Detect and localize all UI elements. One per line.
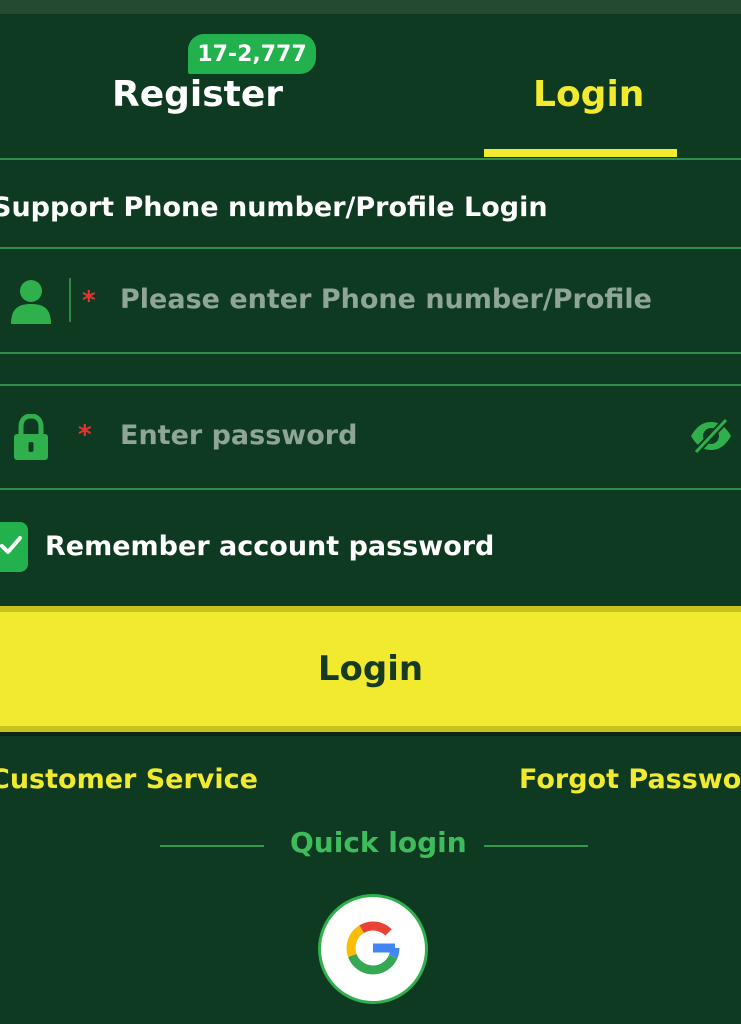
- eye-off-icon[interactable]: [688, 416, 734, 460]
- tab-login[interactable]: Login: [533, 74, 644, 115]
- top-strip: [0, 0, 741, 14]
- checkmark-icon: [0, 534, 22, 560]
- required-mark: *: [82, 286, 96, 316]
- quick-login-line-right: [484, 845, 588, 847]
- quick-login-label: Quick login: [290, 826, 467, 859]
- customer-service-link[interactable]: Customer Service: [0, 764, 258, 795]
- password-input[interactable]: [120, 420, 660, 451]
- lock-icon: [12, 413, 50, 466]
- tab-register[interactable]: Register: [112, 74, 283, 115]
- tabs-divider: [0, 158, 741, 160]
- google-icon: [340, 915, 406, 984]
- divider: [0, 488, 741, 490]
- divider: [0, 352, 741, 354]
- google-login-button[interactable]: [318, 894, 428, 1004]
- register-badge: 17-2,777: [188, 34, 316, 74]
- remember-checkbox[interactable]: [0, 522, 28, 572]
- required-mark: *: [78, 420, 92, 450]
- quick-login-row: Quick login: [0, 826, 741, 866]
- field-divider: [69, 278, 71, 322]
- user-icon: [10, 278, 52, 328]
- forgot-password-link[interactable]: Forgot Password: [519, 764, 741, 795]
- login-button[interactable]: Login: [0, 606, 741, 732]
- active-tab-indicator: [484, 149, 677, 157]
- password-field[interactable]: *: [0, 386, 741, 490]
- divider: [0, 247, 741, 249]
- phone-field[interactable]: *: [0, 250, 741, 354]
- login-section-title: Support Phone number/Profile Login: [0, 192, 548, 223]
- phone-input[interactable]: [120, 284, 660, 315]
- remember-label[interactable]: Remember account password: [45, 531, 494, 562]
- auth-tabs: 17-2,777 Register Login: [0, 14, 741, 160]
- quick-login-line-left: [160, 845, 264, 847]
